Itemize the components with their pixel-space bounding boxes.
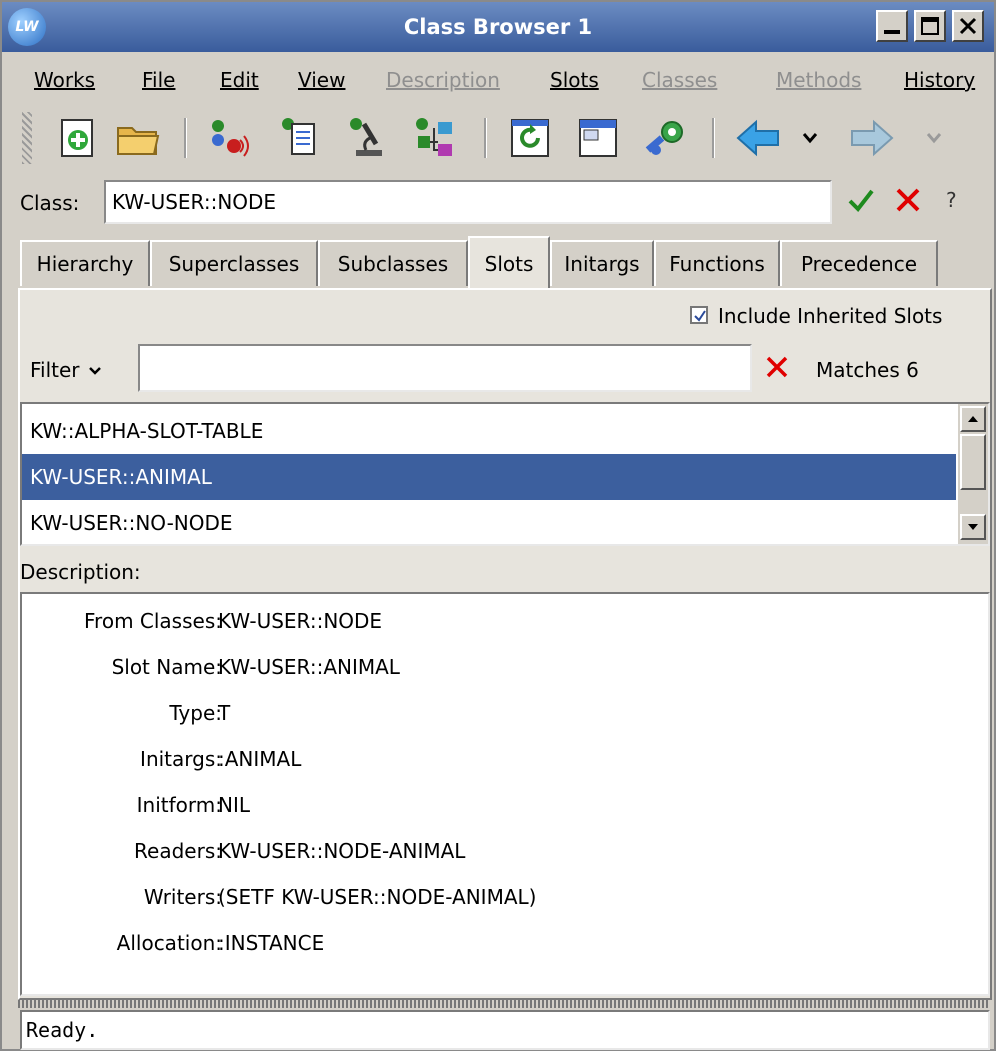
class-signal-icon bbox=[212, 120, 249, 157]
graph-button[interactable] bbox=[410, 114, 458, 162]
description-row: From Classes: KW-USER::NODE bbox=[84, 609, 383, 633]
window-title: Class Browser 1 bbox=[403, 15, 593, 39]
pane-splitter[interactable] bbox=[18, 1000, 990, 1008]
class-graph-icon bbox=[416, 118, 452, 156]
status-bar: Ready. bbox=[20, 1010, 990, 1050]
menu-view[interactable]: View bbox=[298, 54, 345, 106]
refresh-button[interactable] bbox=[506, 114, 554, 162]
minimize-icon bbox=[884, 30, 900, 34]
maximize-button[interactable] bbox=[914, 10, 946, 42]
checkmark-icon bbox=[694, 310, 706, 322]
window-icon bbox=[579, 119, 617, 157]
close-icon bbox=[959, 17, 977, 35]
folder-icon bbox=[117, 127, 160, 155]
description-row: Readers: KW-USER::NODE-ANIMAL bbox=[134, 839, 466, 863]
inspect-button[interactable] bbox=[204, 114, 252, 162]
description-row: Type: T bbox=[169, 701, 231, 725]
class-row: Class: KW-USER::NODE ? bbox=[2, 174, 994, 232]
help-icon: ? bbox=[946, 188, 957, 212]
list-item-selected[interactable]: KW-USER::ANIMAL bbox=[22, 454, 956, 500]
tab-slots[interactable]: Slots bbox=[468, 236, 550, 288]
arrow-down-icon bbox=[968, 524, 978, 530]
arrow-left-icon bbox=[736, 119, 779, 157]
menu-works[interactable]: Works bbox=[34, 54, 95, 106]
description-pane: From Classes: KW-USER::NODE Slot Name: KW-… bbox=[20, 592, 990, 996]
include-inherited-label: Include Inherited Slots bbox=[718, 304, 943, 328]
list-item[interactable]: KW-USER::NO-NODE bbox=[22, 500, 956, 546]
describe-button[interactable] bbox=[274, 114, 322, 162]
accept-button[interactable] bbox=[847, 186, 875, 219]
menu-methods[interactable]: Methods bbox=[776, 54, 861, 106]
cross-icon bbox=[896, 188, 920, 212]
arrow-up-icon bbox=[968, 416, 978, 422]
tab-superclasses[interactable]: Superclasses bbox=[150, 240, 318, 286]
tab-initargs[interactable]: Initargs bbox=[550, 240, 654, 286]
slot-list: KW::ALPHA-SLOT-TABLE KW-USER::ANIMAL KW-… bbox=[20, 402, 990, 546]
checkmark-icon bbox=[848, 189, 874, 213]
maximize-icon bbox=[921, 17, 939, 35]
class-microscope-icon bbox=[350, 118, 382, 156]
toolbar bbox=[2, 106, 994, 170]
forward-button[interactable] bbox=[848, 114, 896, 162]
description-row: Initform: NIL bbox=[136, 793, 251, 817]
menu-classes[interactable]: Classes bbox=[642, 54, 717, 106]
description-row: Writers: (SETF KW-USER::NODE-ANIMAL) bbox=[143, 885, 537, 909]
tab-subclasses[interactable]: Subclasses bbox=[318, 240, 468, 286]
chevron-down-icon bbox=[802, 133, 818, 144]
new-document-icon bbox=[61, 119, 93, 157]
filter-input[interactable] bbox=[138, 344, 752, 392]
open-button[interactable] bbox=[114, 114, 162, 162]
menu-edit[interactable]: Edit bbox=[220, 54, 259, 106]
tab-hierarchy[interactable]: Hierarchy bbox=[20, 240, 150, 286]
class-input[interactable]: KW-USER::NODE bbox=[104, 180, 832, 224]
toolbar-grip[interactable] bbox=[22, 112, 32, 164]
tab-precedence[interactable]: Precedence bbox=[780, 240, 938, 286]
tab-functions[interactable]: Functions bbox=[654, 240, 780, 286]
toolbar-separator bbox=[484, 118, 487, 158]
checkbox[interactable] bbox=[690, 306, 708, 324]
title-bar[interactable]: LW Class Browser 1 bbox=[2, 2, 994, 52]
toolbar-separator bbox=[712, 118, 715, 158]
menu-slots[interactable]: Slots bbox=[550, 54, 599, 106]
preferences-button[interactable] bbox=[642, 114, 690, 162]
description-row: Slot Name: KW-USER::ANIMAL bbox=[111, 655, 400, 679]
class-label: Class: bbox=[20, 191, 80, 215]
cross-icon bbox=[766, 356, 788, 378]
help-button[interactable]: ? bbox=[946, 188, 957, 212]
clone-window-button[interactable] bbox=[574, 114, 622, 162]
forward-history-dropdown[interactable] bbox=[922, 114, 946, 162]
scroll-down-button[interactable] bbox=[960, 514, 986, 540]
chevron-down-icon bbox=[89, 367, 101, 375]
slot-list-scrollbar[interactable] bbox=[958, 404, 988, 544]
close-button[interactable] bbox=[952, 10, 984, 42]
arrow-right-icon bbox=[851, 119, 894, 157]
description-label: Description: bbox=[20, 560, 141, 584]
description-row: Allocation::INSTANCE bbox=[116, 931, 325, 955]
clear-filter-button[interactable] bbox=[764, 354, 790, 385]
minimize-button[interactable] bbox=[876, 10, 908, 42]
new-button[interactable] bbox=[54, 114, 102, 162]
description-row: Initargs::ANIMAL bbox=[140, 747, 302, 771]
scroll-thumb[interactable] bbox=[960, 434, 986, 490]
toolbar-separator bbox=[184, 118, 187, 158]
analyze-button[interactable] bbox=[342, 114, 390, 162]
chevron-down-icon bbox=[926, 133, 942, 144]
scroll-up-button[interactable] bbox=[960, 406, 986, 432]
list-item[interactable]: KW::ALPHA-SLOT-TABLE bbox=[22, 408, 956, 454]
gear-icon bbox=[645, 121, 683, 155]
class-document-icon bbox=[282, 118, 315, 155]
cancel-button[interactable] bbox=[894, 186, 922, 219]
menu-file[interactable]: File bbox=[142, 54, 175, 106]
filter-label: Filter bbox=[30, 358, 80, 382]
menu-description[interactable]: Description bbox=[386, 54, 500, 106]
back-history-dropdown[interactable] bbox=[798, 114, 822, 162]
back-button[interactable] bbox=[734, 114, 782, 162]
refresh-icon bbox=[511, 119, 549, 157]
filter-dropdown-button[interactable]: Filter bbox=[22, 346, 130, 394]
menu-history[interactable]: History bbox=[904, 54, 975, 106]
menu-bar: Works File Edit View Description Slots C… bbox=[2, 54, 994, 106]
class-browser-window: LW Class Browser 1 Works File Edit View … bbox=[0, 0, 996, 1051]
matches-count: Matches 6 bbox=[816, 358, 919, 382]
